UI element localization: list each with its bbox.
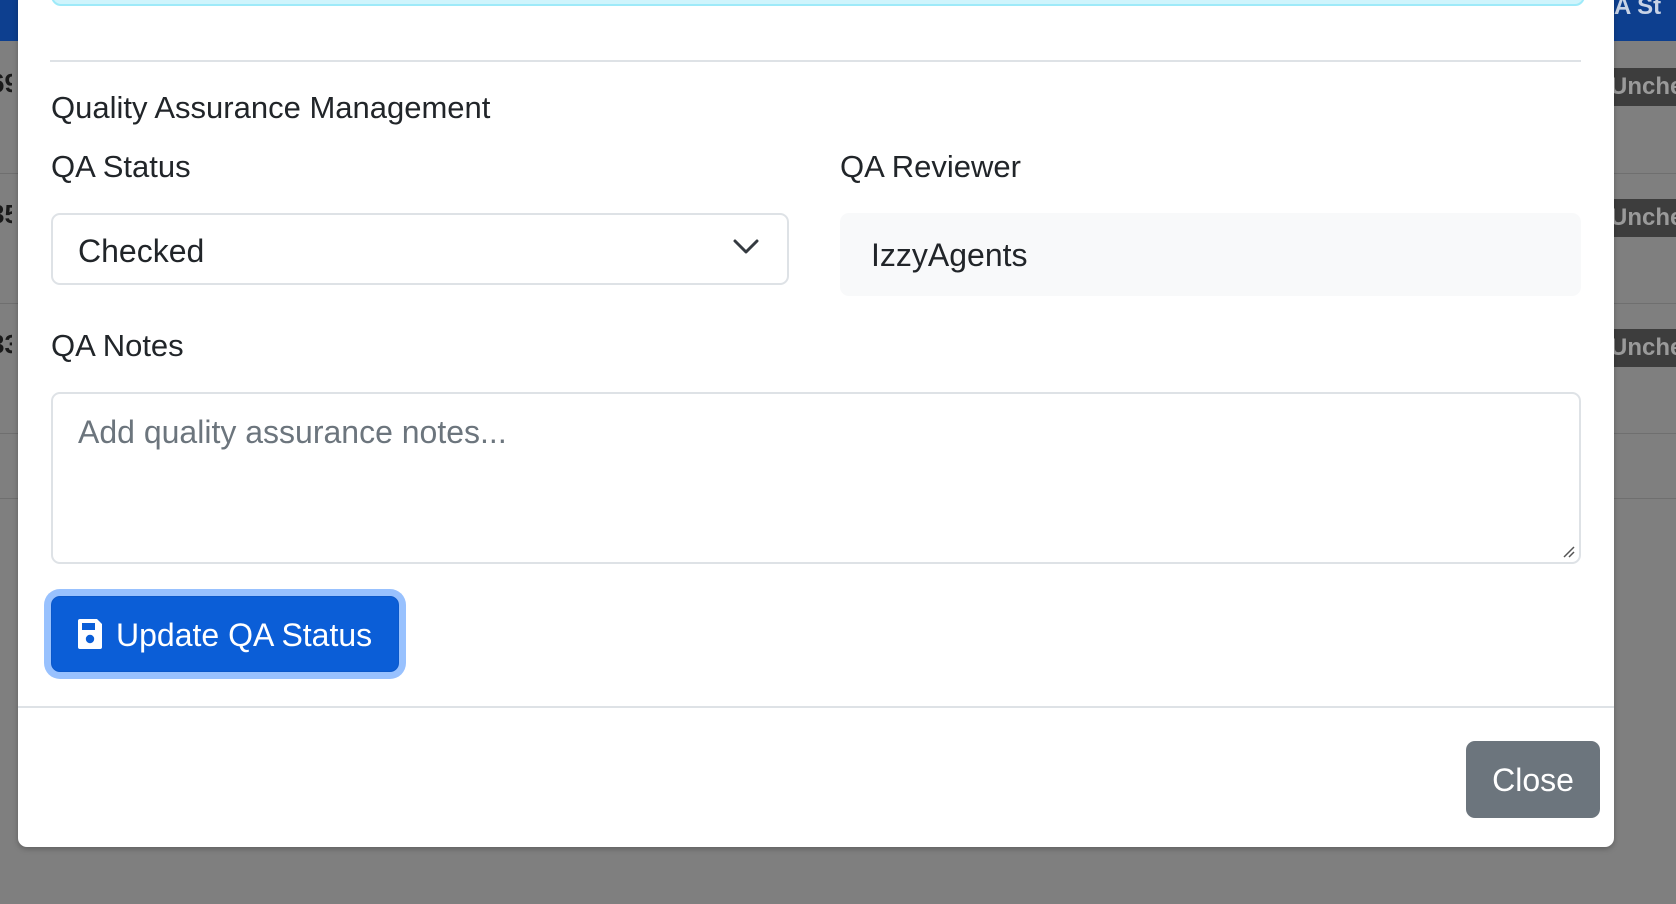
background-row-divider <box>1612 173 1676 174</box>
background-row-number: 33 <box>0 329 12 359</box>
qa-status-selected-value: Checked <box>78 233 205 269</box>
qa-modal: Quality Assurance Management QA Status C… <box>18 0 1614 847</box>
background-row-number: 69 <box>0 68 12 98</box>
qa-reviewer-field: IzzyAgents <box>840 213 1581 296</box>
background-row-number: 35 <box>0 199 12 229</box>
resize-grip-icon[interactable] <box>1561 544 1575 558</box>
background-status-badge: Unche <box>1612 329 1676 367</box>
close-button-label: Close <box>1492 762 1574 798</box>
background-row-divider <box>1612 433 1676 434</box>
qa-notes-placeholder: Add quality assurance notes... <box>78 414 507 450</box>
qa-reviewer-value: IzzyAgents <box>871 237 1028 273</box>
update-qa-status-label: Update QA Status <box>116 617 373 653</box>
background-table-header-right: A St <box>1612 0 1676 41</box>
qa-status-select[interactable]: Checked <box>51 213 789 285</box>
background-row-divider <box>1612 498 1676 499</box>
modal-footer-divider <box>18 706 1614 708</box>
qa-status-label: QA Status <box>51 149 191 184</box>
update-qa-status-button[interactable]: Update QA Status <box>51 596 399 672</box>
qa-notes-textarea[interactable]: Add quality assurance notes... <box>51 392 1581 564</box>
qa-reviewer-label: QA Reviewer <box>840 149 1021 184</box>
qa-notes-label: QA Notes <box>51 328 184 363</box>
background-status-badge: Unche <box>1612 199 1676 237</box>
background-row-divider <box>1612 303 1676 304</box>
background-status-badge: Unche <box>1612 68 1676 106</box>
chevron-down-icon <box>733 239 759 254</box>
info-alert <box>51 0 1585 6</box>
close-button[interactable]: Close <box>1466 741 1600 818</box>
floppy-disk-icon <box>78 619 102 649</box>
section-title: Quality Assurance Management <box>51 90 491 125</box>
section-divider <box>50 60 1581 62</box>
